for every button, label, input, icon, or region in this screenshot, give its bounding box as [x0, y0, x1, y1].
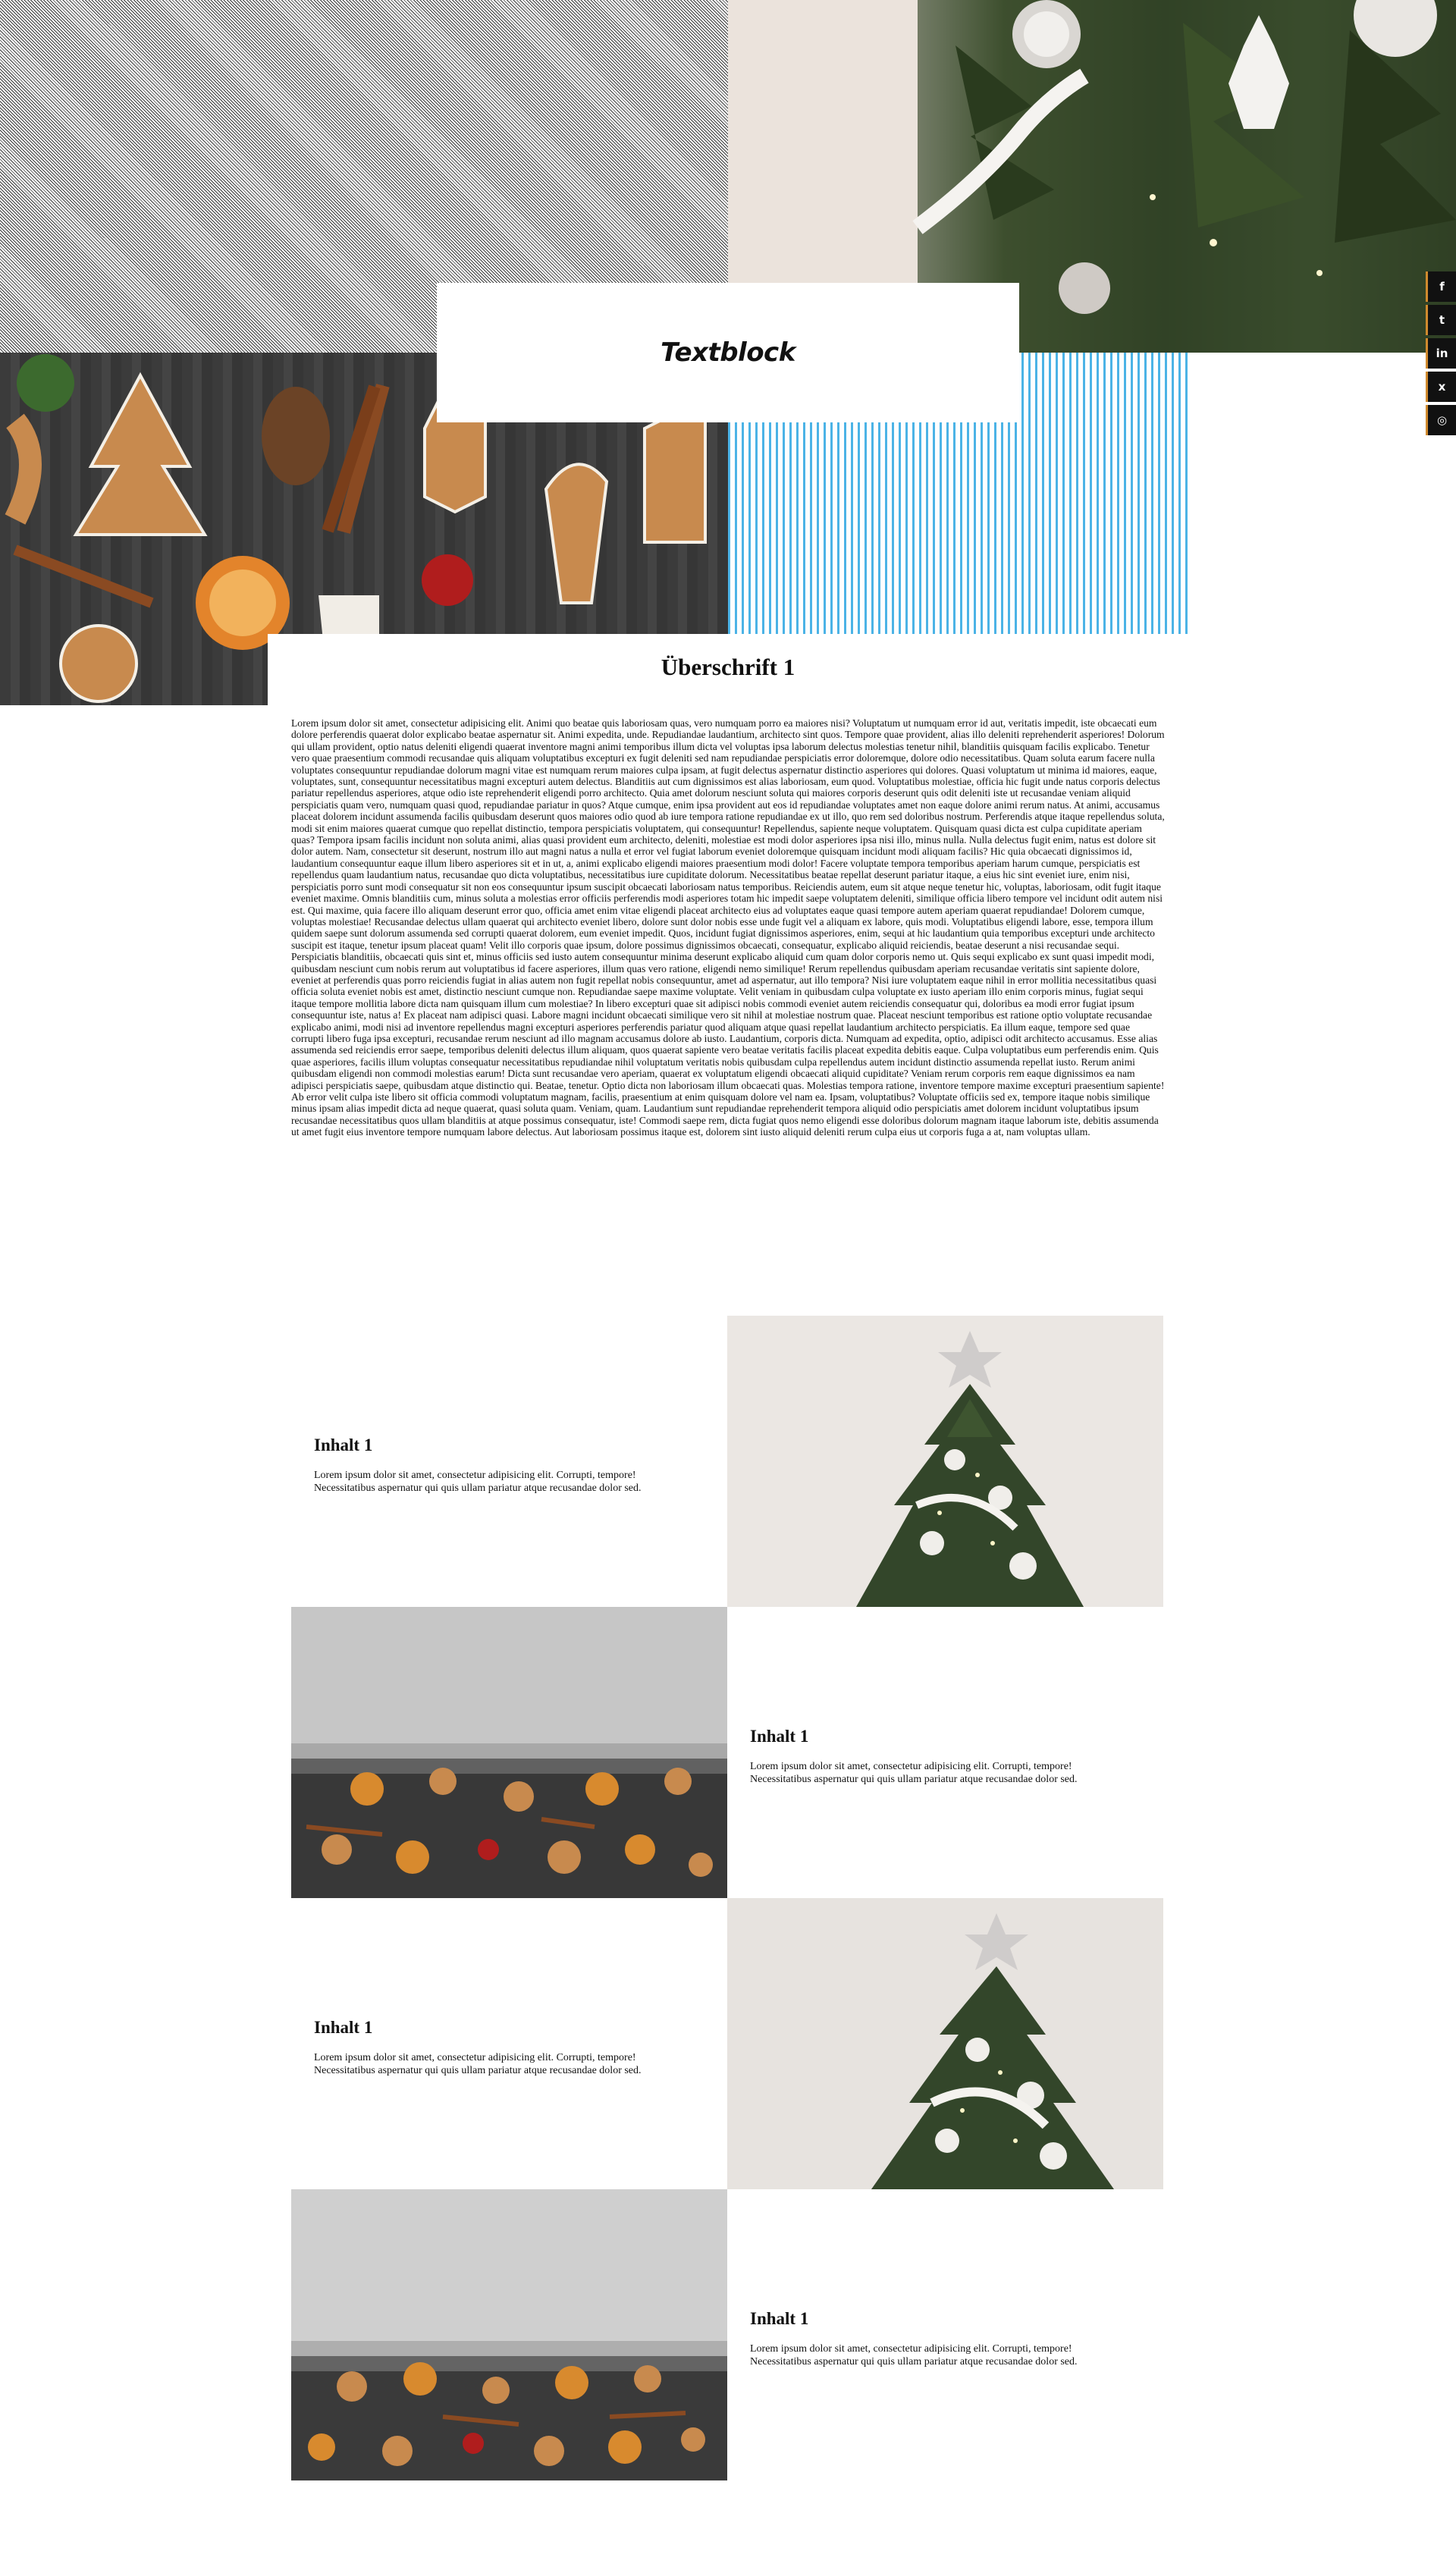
article-heading: Überschrift 1 — [661, 654, 795, 680]
textblock-card: Textblock — [437, 283, 1019, 422]
row-title: Inhalt 1 — [750, 2309, 809, 2328]
content-row: Inhalt 1 Lorem ipsum dolor sit amet, con… — [291, 1607, 1163, 1898]
content-row: Inhalt 1 Lorem ipsum dolor sit amet, con… — [291, 1316, 1163, 1607]
row-title: Inhalt 1 — [314, 2018, 373, 2037]
christmas-tree-image — [727, 1898, 1163, 2189]
article-section: Überschrift 1 Lorem ipsum dolor sit amet… — [268, 634, 1188, 1313]
textblock-label: Textblock — [661, 337, 795, 368]
social-sidebar: f t in x ◎ — [1426, 271, 1456, 438]
linkedin-icon[interactable]: in — [1426, 338, 1456, 369]
row-description: Lorem ipsum dolor sit amet, consectetur … — [750, 1761, 1078, 1785]
instagram-icon[interactable]: ◎ — [1426, 405, 1456, 435]
row-description: Lorem ipsum dolor sit amet, consectetur … — [314, 1470, 642, 1494]
xing-icon[interactable]: x — [1426, 372, 1456, 402]
row-description: Lorem ipsum dolor sit amet, consectetur … — [314, 2052, 642, 2076]
gingerbread-cookies-image — [291, 2189, 727, 2480]
content-row: Inhalt 1 Lorem ipsum dolor sit amet, con… — [291, 2189, 1163, 2480]
row-text: Inhalt 1 Lorem ipsum dolor sit amet, con… — [727, 1607, 1163, 1898]
row-text: Inhalt 1 Lorem ipsum dolor sit amet, con… — [291, 1316, 727, 1607]
article-body: Lorem ipsum dolor sit amet, consectetur … — [291, 717, 1165, 1138]
twitter-icon[interactable]: t — [1426, 305, 1456, 335]
row-text: Inhalt 1 Lorem ipsum dolor sit amet, con… — [291, 1898, 727, 2189]
row-title: Inhalt 1 — [750, 1727, 809, 1746]
row-title: Inhalt 1 — [314, 1436, 373, 1454]
gingerbread-cookies-image — [291, 1607, 727, 1898]
facebook-icon[interactable]: f — [1426, 271, 1456, 302]
content-row: Inhalt 1 Lorem ipsum dolor sit amet, con… — [291, 1898, 1163, 2189]
christmas-tree-image — [727, 1316, 1163, 1607]
row-description: Lorem ipsum dolor sit amet, consectetur … — [750, 2343, 1078, 2367]
row-text: Inhalt 1 Lorem ipsum dolor sit amet, con… — [727, 2189, 1163, 2480]
